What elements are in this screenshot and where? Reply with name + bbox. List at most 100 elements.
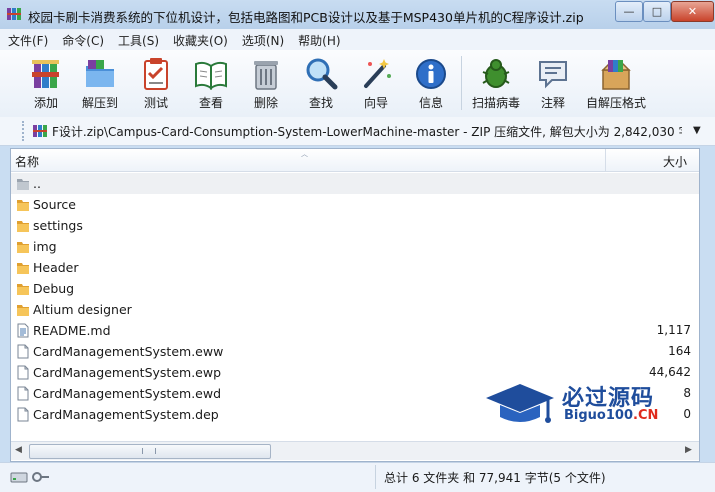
view-label: 查看 [198,96,223,110]
view-book-icon [195,61,227,90]
scroll-left-icon[interactable]: ◀ [15,445,22,455]
winrar-app-icon [7,8,21,20]
menu-file[interactable]: 文件(F) [0,29,54,50]
folder-icon [17,263,29,274]
item-name: Altium designer [33,302,132,317]
comment-button[interactable]: 注释 [525,52,581,114]
menu-tools[interactable]: 工具(S) [110,29,165,50]
chevron-down-icon[interactable]: ▼ [693,125,701,136]
column-size-header[interactable]: 大小 [663,153,687,170]
status-divider [375,465,376,489]
close-button[interactable]: ✕ [671,1,714,22]
delete-label: 删除 [253,96,278,110]
list-item[interactable]: CardManagementSystem.eww 164 [11,341,699,362]
minimize-button[interactable]: — [615,1,643,22]
folder-icon [17,242,29,253]
column-divider[interactable] [605,149,606,171]
text-file-icon [17,323,29,338]
menu-commands[interactable]: 命令(C) [54,29,110,50]
item-name: img [33,239,57,254]
address-bar: F设计.zip\Campus-Card-Consumption-System-L… [0,117,715,146]
winrar-window: 校园卡刷卡消费系统的下位机设计，包括电路图和PCB设计以及基于MSP430单片机… [0,0,715,492]
item-size: 1,117 [656,323,691,337]
sfx-button[interactable]: 自解压格式 [586,52,646,114]
toolbar: 添加 解压到 测试 查看 删除 查找 向导 信息 扫描病毒 注释 自解压格式 [0,50,715,118]
sfx-label: 自解压格式 [586,96,647,110]
comment-label: 注释 [540,96,565,110]
address-path[interactable]: F设计.zip\Campus-Card-Consumption-System-L… [52,123,682,140]
folder-icon [17,305,29,316]
test-button[interactable]: 测试 [128,52,184,114]
folder-icon [17,200,29,211]
menu-help[interactable]: 帮助(H) [290,29,346,50]
item-name: CardManagementSystem.ewp [33,365,222,380]
item-size: 44,642 [649,365,691,379]
comment-note-icon [539,61,567,89]
list-item[interactable]: img [11,236,699,257]
list-item[interactable]: Debug [11,278,699,299]
delete-button[interactable]: 删除 [238,52,294,114]
add-archive-icon [32,60,59,88]
trash-can-icon [254,61,278,90]
column-name-header[interactable]: 名称 [15,153,39,170]
address-grip[interactable] [22,121,28,141]
list-item[interactable]: .. [11,173,699,194]
file-icon [17,386,29,401]
item-name: CardManagementSystem.ewd [33,386,222,401]
sort-ascending-icon: ︿ [301,150,308,158]
list-item[interactable]: README.md 1,117 [11,320,699,341]
scan-virus-button[interactable]: 扫描病毒 [468,52,524,114]
virus-bug-icon [482,59,510,88]
add-button[interactable]: 添加 [18,52,74,114]
extract-folder-icon [86,60,114,87]
drive-key-icon[interactable] [10,469,50,485]
item-name: CardManagementSystem.eww [33,344,224,359]
scrollbar-thumb[interactable] [29,444,271,459]
item-name: Source [33,197,76,212]
archive-icon [33,125,47,137]
folder-icon [17,284,29,295]
add-label: 添加 [33,96,58,110]
list-item[interactable]: Altium designer [11,299,699,320]
info-icon [416,59,446,89]
list-item[interactable]: settings [11,215,699,236]
list-item[interactable]: Header [11,257,699,278]
file-icon [17,344,29,359]
item-size: 164 [668,344,691,358]
view-button[interactable]: 查看 [183,52,239,114]
horizontal-scrollbar[interactable]: ◀ ▶ [11,441,699,460]
item-name: README.md [33,323,111,338]
test-clipboard-icon [144,58,168,90]
info-button[interactable]: 信息 [403,52,459,114]
scroll-right-icon[interactable]: ▶ [685,445,692,455]
wizard-button[interactable]: 向导 [348,52,404,114]
item-name: .. [33,176,41,191]
menu-favorites[interactable]: 收藏夹(O) [165,29,234,50]
wizard-label: 向导 [363,96,388,110]
item-name: settings [33,218,83,233]
info-label: 信息 [418,96,443,110]
magnifier-icon [306,58,338,90]
magic-wand-icon [364,59,391,88]
item-name: CardManagementSystem.dep [33,407,219,422]
toolbar-separator [461,56,462,110]
menu-options[interactable]: 选项(N) [234,29,290,50]
watermark-url: Biguo100.CN [564,408,658,423]
find-button[interactable]: 查找 [293,52,349,114]
list-item[interactable]: Source [11,194,699,215]
status-bar: 总计 6 文件夹 和 77,941 字节(5 个文件) [0,462,715,492]
item-name: Header [33,260,79,275]
title-bar: 校园卡刷卡消费系统的下位机设计，包括电路图和PCB设计以及基于MSP430单片机… [0,0,715,29]
watermark-url-main: Biguo100 [564,408,633,423]
menu-bar: 文件(F) 命令(C) 工具(S) 收藏夹(O) 选项(N) 帮助(H) [0,29,715,51]
parent-folder-icon [17,179,29,190]
folder-icon [17,221,29,232]
maximize-button[interactable]: □ [643,1,671,22]
extract-label: 解压到 [81,96,118,110]
list-header: 名称 ︿ 大小 [11,149,699,172]
self-extract-box-icon [601,60,631,90]
extract-button[interactable]: 解压到 [72,52,128,114]
watermark: 必过源码 Biguo100.CN [480,378,700,430]
status-summary: 总计 6 文件夹 和 77,941 字节(5 个文件) [384,471,606,485]
scan-virus-label: 扫描病毒 [471,96,520,110]
